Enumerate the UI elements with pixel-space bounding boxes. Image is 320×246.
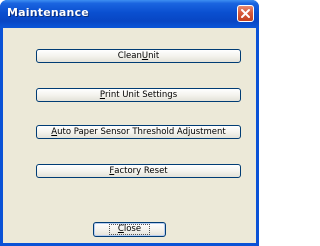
window-close-button[interactable] [237, 5, 254, 22]
maintenance-dialog: Maintenance Clean Unit Print Unit Settin… [0, 0, 259, 246]
clean-unit-label-before: Clean [117, 50, 142, 61]
auto-paper-sensor-threshold-button[interactable]: Auto Paper Sensor Threshold Adjustment [36, 125, 241, 139]
print-unit-settings-label-after: rint Unit Settings [104, 89, 178, 100]
factory-reset-label-after: actory Reset [114, 165, 168, 176]
close-button-focus-rect: Close [108, 224, 151, 235]
clean-unit-button[interactable]: Clean Unit [36, 49, 241, 63]
auto-paper-sensor-label-after: uto Paper Sensor Threshold Adjustment [57, 126, 226, 137]
close-button[interactable]: Close [93, 222, 166, 237]
title-bar: Maintenance [0, 0, 259, 28]
print-unit-settings-button[interactable]: Print Unit Settings [36, 88, 241, 102]
window-title: Maintenance [7, 6, 89, 19]
close-x-icon [241, 9, 250, 18]
clean-unit-label-after: nit [148, 50, 160, 61]
dialog-client-area: Clean Unit Print Unit Settings Auto Pape… [3, 28, 256, 243]
factory-reset-button[interactable]: Factory Reset [36, 164, 241, 178]
close-label-after: lose [123, 224, 142, 235]
